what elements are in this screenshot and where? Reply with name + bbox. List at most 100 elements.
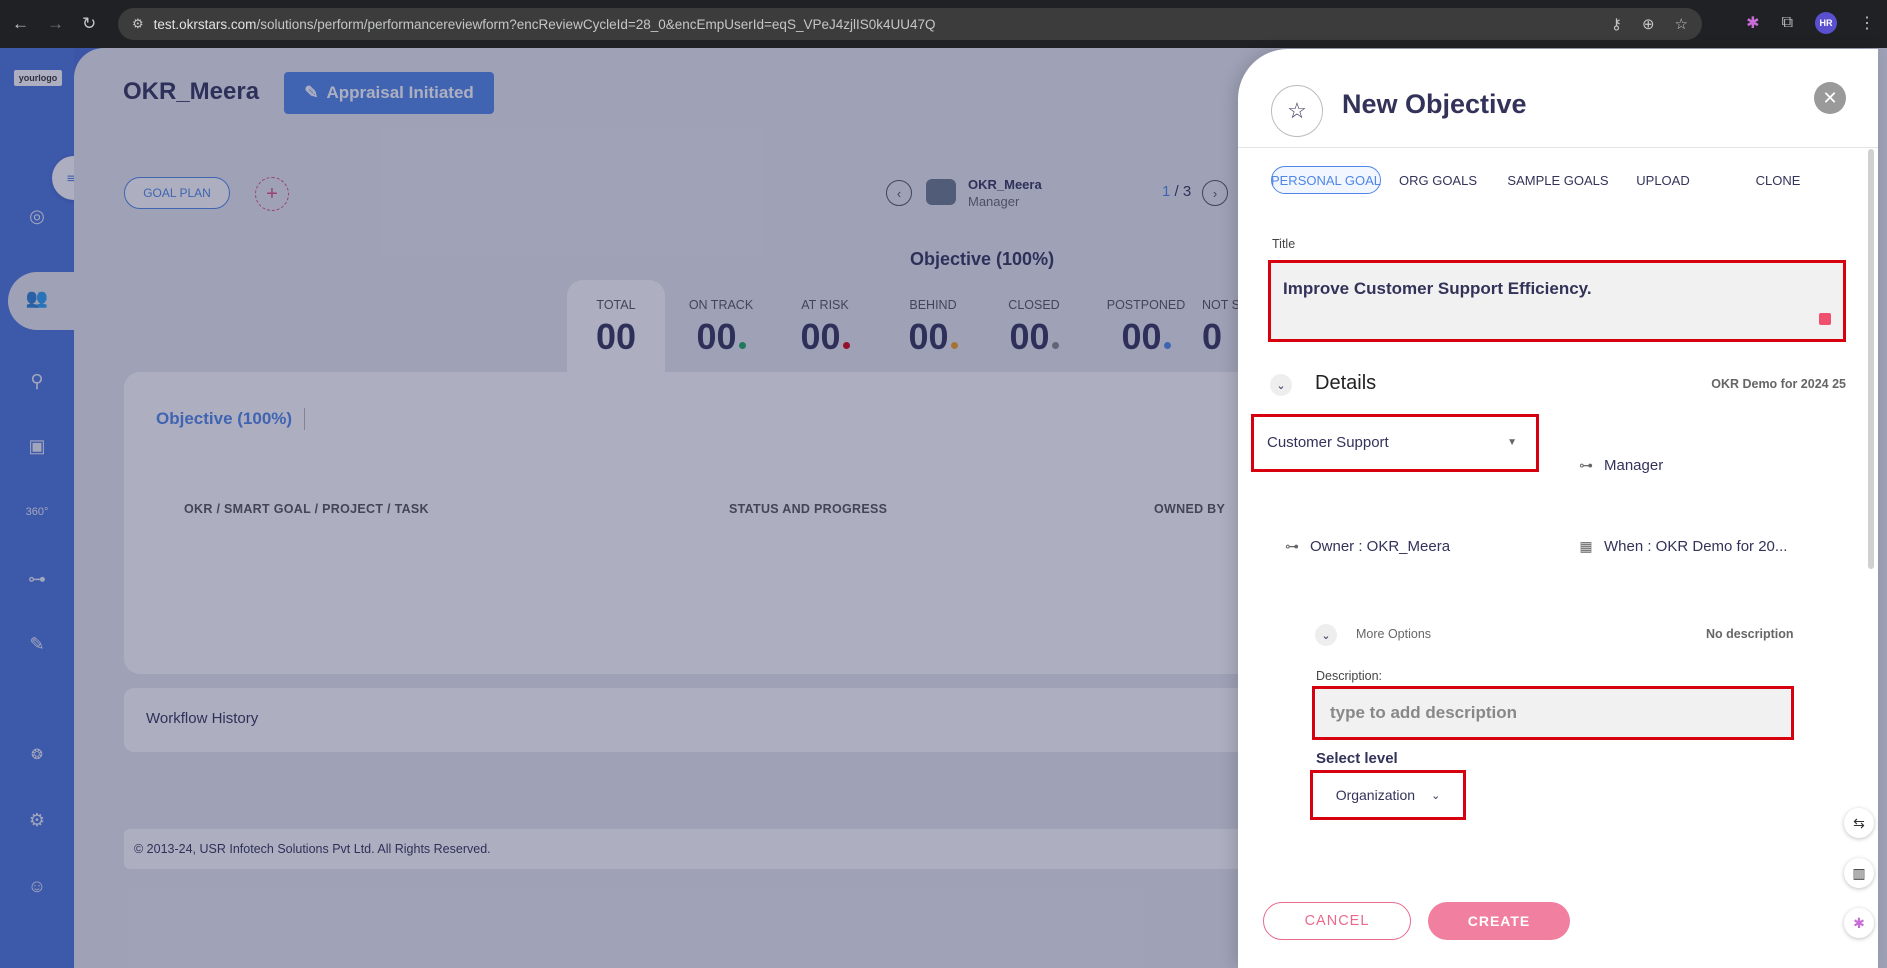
status-dot <box>950 342 958 349</box>
when-label: When : OKR Demo for 20... <box>1604 538 1788 555</box>
brain-assistant-icon[interactable]: ✱ <box>1844 908 1874 938</box>
select-level-label: Select level <box>1316 750 1398 767</box>
highlight-box-level <box>1310 770 1466 820</box>
support-icon[interactable]: ☺ <box>25 874 49 898</box>
stat-value: 0 <box>1202 316 1242 358</box>
reader-icon[interactable]: ▥ <box>1844 858 1874 888</box>
create-button[interactable]: CREATE <box>1428 902 1570 940</box>
book-icon[interactable]: ▣ <box>25 434 49 458</box>
more-options-chevron-icon[interactable]: ⌄ <box>1315 624 1337 646</box>
status-badge-label: Appraisal Initiated <box>326 83 474 102</box>
manager-field[interactable]: ⊶ Manager <box>1578 457 1663 474</box>
form-icon[interactable]: ✎ <box>25 632 49 656</box>
stat-label: ON TRACK <box>688 298 754 312</box>
pencil-icon: ✎ <box>304 83 319 102</box>
objective-heading: Objective (100%) <box>910 249 1055 269</box>
extensions-area: ✱ ⧉ HR ⋮ <box>1746 12 1875 34</box>
status-badge[interactable]: ✎ Appraisal Initiated <box>284 72 494 114</box>
when-field[interactable]: ▦ When : OKR Demo for 20... <box>1578 538 1787 555</box>
highlight-box-description <box>1312 686 1794 740</box>
status-dot <box>1051 342 1059 349</box>
goal-plan-button[interactable]: GOAL PLAN <box>124 177 230 209</box>
tab-personal-goal[interactable]: PERSONAL GOAL <box>1271 166 1381 194</box>
footer: © 2013-24, USR Infotech Solutions Pvt Lt… <box>124 829 1284 869</box>
settings-icon[interactable]: ⚙ <box>25 808 49 832</box>
stat-label: AT RISK <box>801 298 849 312</box>
stat-label: BEHIND <box>909 298 957 312</box>
employee-pager-count: 1 / 3 <box>1162 183 1191 200</box>
column-header-status: STATUS AND PROGRESS <box>729 502 888 516</box>
stat-value: 00 <box>567 316 665 358</box>
brain-extension-icon[interactable]: ✱ <box>1746 13 1759 33</box>
employee-name: OKR_Meera <box>968 177 1042 192</box>
company-logo: yourlogo <box>14 70 62 86</box>
team-icon[interactable]: 👥 <box>25 286 49 310</box>
prev-employee-icon[interactable]: ‹ <box>886 180 912 206</box>
tab-clone[interactable]: CLONE <box>1748 166 1808 194</box>
objective-tab[interactable]: Objective (100%) <box>156 409 292 429</box>
tab-sample-goals[interactable]: SAMPLE GOALS <box>1503 166 1613 194</box>
stat-value-number: 00 <box>1121 316 1162 357</box>
reload-icon[interactable]: ↻ <box>82 14 96 34</box>
stat-total[interactable]: TOTAL 00 <box>567 298 665 358</box>
drawer-title: New Objective <box>1342 89 1527 119</box>
pager-total: / 3 <box>1174 183 1192 200</box>
stat-not-s[interactable]: NOT S 0 <box>1202 298 1242 358</box>
add-goal-button[interactable]: + <box>255 177 289 211</box>
more-options-label[interactable]: More Options <box>1356 627 1431 641</box>
stat-value-number: 00 <box>800 316 841 357</box>
stat-value: 00 <box>884 316 982 358</box>
drawer-scrollbar[interactable] <box>1868 149 1874 569</box>
stat-closed[interactable]: CLOSED 00 <box>985 298 1083 358</box>
back-icon[interactable]: ← <box>12 14 29 34</box>
org-chart-icon: ⊶ <box>1579 457 1593 473</box>
url-path: /solutions/perform/performancereviewform… <box>256 16 936 32</box>
workflow-history-panel[interactable]: Workflow History <box>124 688 1284 752</box>
bookmark-star-icon[interactable]: ☆ <box>1675 15 1688 33</box>
stat-label: TOTAL <box>596 298 636 312</box>
address-bar[interactable]: ⚙ test.okrstars.com/solutions/perform/pe… <box>118 8 1702 40</box>
tab-upload[interactable]: UPLOAD <box>1633 166 1693 194</box>
stat-postponed[interactable]: POSTPONED 00 <box>1097 298 1195 358</box>
stat-value-number: 00 <box>1009 316 1050 357</box>
tab-org-goals[interactable]: ORG GOALS <box>1398 166 1478 194</box>
site-info-icon[interactable]: ⚙ <box>132 16 144 32</box>
zoom-icon[interactable]: ⊕ <box>1642 15 1655 33</box>
stat-value: 00 <box>672 316 770 358</box>
profile-avatar[interactable]: HR <box>1815 12 1837 34</box>
stat-value: 00 <box>1097 316 1195 358</box>
menu-dots-icon[interactable]: ⋮ <box>1859 13 1875 33</box>
brain-icon[interactable]: ❂ <box>25 742 49 766</box>
chevron-down-icon[interactable]: ⌄ <box>1270 374 1292 396</box>
copyright-text: © 2013-24, USR Infotech Solutions Pvt Lt… <box>134 842 491 856</box>
stat-value-number: 0 <box>1202 316 1223 357</box>
next-employee-icon[interactable]: › <box>1202 180 1228 206</box>
stat-on-track[interactable]: ON TRACK 00 <box>672 298 770 358</box>
highlight-box-title <box>1268 260 1846 342</box>
browser-toolbar: ← → ↻ ⚙ test.okrstars.com/solutions/perf… <box>0 0 1887 48</box>
status-dot <box>738 342 746 349</box>
owner-field[interactable]: ⊶ Owner : OKR_Meera <box>1284 538 1450 555</box>
goal-source-tabs: PERSONAL GOAL ORG GOALS SAMPLE GOALS UPL… <box>1238 147 1878 194</box>
stat-label: POSTPONED <box>1106 298 1186 312</box>
stat-behind[interactable]: BEHIND 00 <box>884 298 982 358</box>
cancel-button[interactable]: CANCEL <box>1263 902 1411 940</box>
forward-icon[interactable]: → <box>47 14 64 34</box>
target-icon[interactable]: ◎ <box>25 204 49 228</box>
no-description-label: No description <box>1706 627 1794 641</box>
hierarchy-icon[interactable]: ⊶ <box>25 567 49 591</box>
pager-current: 1 <box>1162 183 1171 200</box>
extensions-icon[interactable]: ⧉ <box>1782 14 1793 32</box>
divider <box>304 408 305 430</box>
person-tree-icon[interactable]: ⚲ <box>25 369 49 393</box>
password-key-icon[interactable]: ⚷ <box>1611 15 1622 33</box>
org-chart-icon: ⊶ <box>1285 538 1299 554</box>
stat-label: NOT S <box>1202 298 1240 312</box>
workflow-history-label: Workflow History <box>146 710 259 727</box>
status-dot <box>842 342 850 349</box>
close-icon[interactable]: ✕ <box>1814 82 1846 114</box>
360-icon[interactable]: 360° <box>25 500 49 524</box>
browser-nav: ← → ↻ <box>12 14 96 34</box>
translate-icon[interactable]: ⇆ <box>1844 808 1874 838</box>
stat-at-risk[interactable]: AT RISK 00 <box>776 298 874 358</box>
